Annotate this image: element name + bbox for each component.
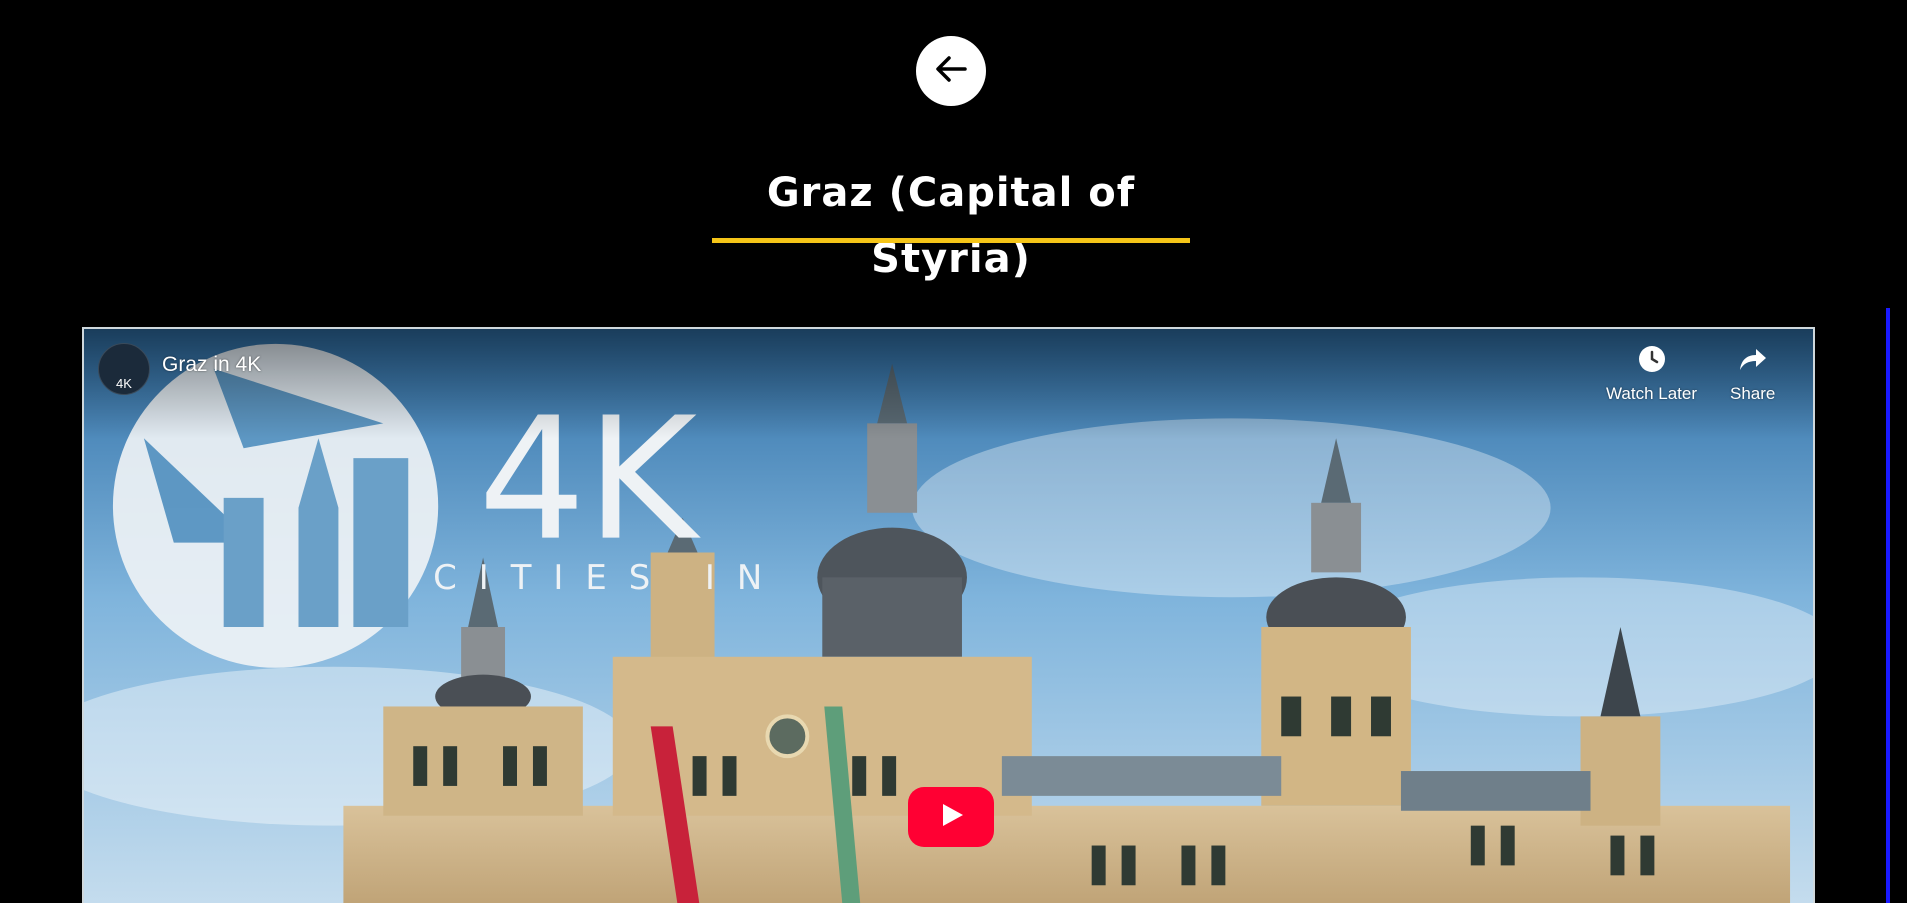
share-button[interactable]: Share <box>1730 345 1775 404</box>
watch-later-button[interactable]: Watch Later <box>1606 345 1697 404</box>
video-title[interactable]: Graz in 4K <box>162 353 261 377</box>
logo-subtext: CITIES IN <box>433 558 784 597</box>
top-gradient <box>84 329 1813 439</box>
title-underline <box>712 238 1190 243</box>
share-arrow-icon <box>1738 345 1768 378</box>
page: Graz (Capital of Styria) 4K CITIES IN 4K… <box>0 0 1907 903</box>
channel-avatar[interactable]: 4K <box>98 343 150 395</box>
watch-later-label: Watch Later <box>1606 384 1698 403</box>
share-label: Share <box>1730 384 1776 403</box>
back-button[interactable] <box>916 36 986 106</box>
edge-strip <box>1886 308 1890 903</box>
play-button[interactable] <box>908 787 994 847</box>
clock-icon <box>1638 345 1666 378</box>
page-title: Graz (Capital of Styria) <box>766 170 1136 282</box>
arrow-left-icon <box>931 49 971 93</box>
channel-avatar-text: 4K <box>116 376 132 391</box>
video-embed[interactable]: 4K CITIES IN 4K Graz in 4K Watch Later S… <box>82 327 1815 903</box>
play-icon <box>936 800 966 834</box>
title-wrap: Graz (Capital of Styria) <box>712 160 1190 292</box>
